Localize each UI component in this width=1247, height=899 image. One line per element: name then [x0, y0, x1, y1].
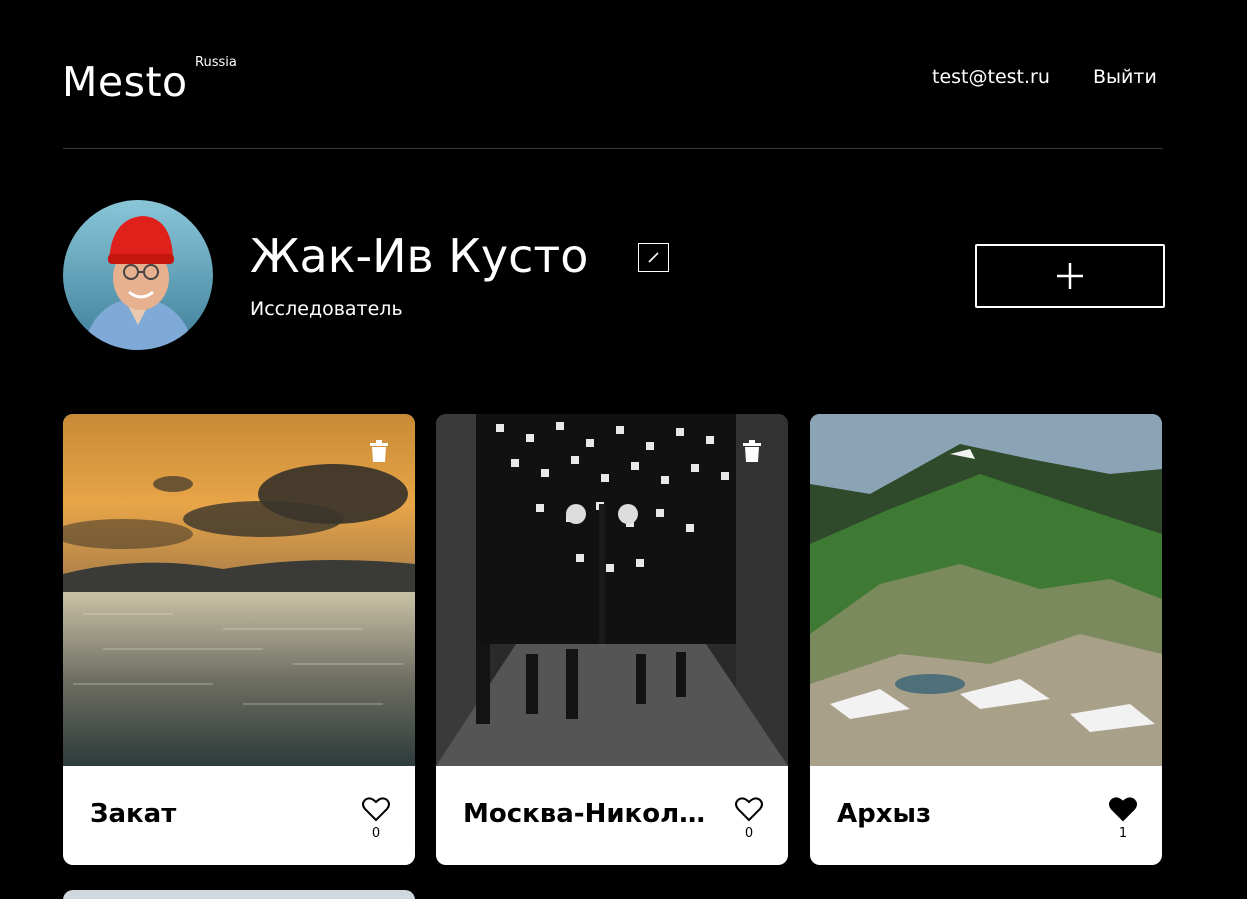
pencil-icon: [648, 252, 659, 263]
logo-text: Mesto: [62, 58, 188, 106]
edit-profile-button[interactable]: [638, 243, 669, 272]
page: Mesto Russia test@test.ru Выйти Жак-Ив К…: [0, 0, 1247, 899]
like-button[interactable]: [1109, 796, 1137, 822]
card-image[interactable]: [63, 414, 415, 766]
like-button[interactable]: [362, 796, 390, 822]
avatar-image: [63, 200, 213, 350]
card-title: Москва-Никольская: [463, 799, 713, 829]
add-card-button[interactable]: [975, 244, 1165, 308]
card-title: Закат: [90, 799, 177, 829]
heart-icon: [1109, 797, 1137, 822]
user-email: test@test.ru: [932, 66, 1050, 88]
delete-card-button[interactable]: [368, 439, 390, 463]
heart-icon: [735, 797, 763, 822]
heart-icon: [362, 797, 390, 822]
logo[interactable]: Mesto Russia: [62, 52, 237, 112]
like-button[interactable]: [735, 796, 763, 822]
delete-card-button[interactable]: [741, 439, 763, 463]
like-count: 0: [744, 826, 754, 841]
logout-link[interactable]: Выйти: [1093, 66, 1157, 88]
header-divider: [63, 148, 1163, 149]
card-sunset[interactable]: Закат 0: [63, 414, 415, 865]
trash-icon: [743, 440, 761, 462]
card-moscow[interactable]: Москва-Никольская 0: [436, 414, 788, 865]
card-arkhyz[interactable]: Архыз 1: [810, 414, 1162, 865]
plus-icon: [1057, 263, 1083, 289]
card-next-peek: [63, 890, 415, 899]
card-image[interactable]: [436, 414, 788, 766]
like-count: 0: [371, 826, 381, 841]
like-count: 1: [1118, 826, 1128, 841]
card-image[interactable]: [810, 414, 1162, 766]
profile-name: Жак-Ив Кусто: [250, 229, 589, 283]
profile-about: Исследователь: [250, 298, 403, 320]
avatar[interactable]: [63, 200, 213, 350]
trash-icon: [370, 440, 388, 462]
logo-region: Russia: [195, 55, 237, 70]
card-title: Архыз: [837, 799, 932, 829]
